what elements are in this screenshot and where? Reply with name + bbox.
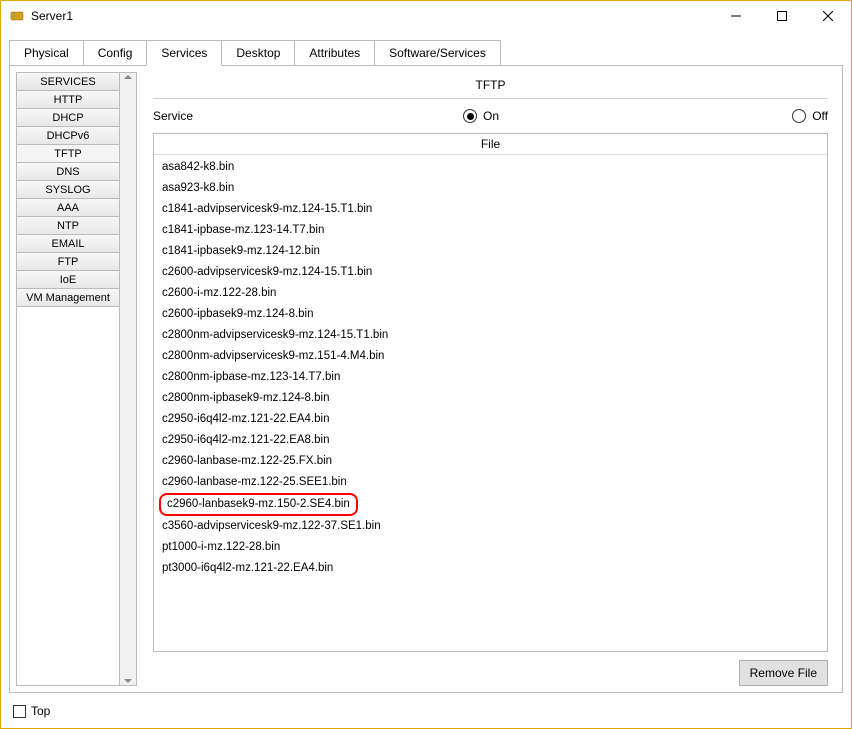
sidebar-item-ftp[interactable]: FTP (17, 253, 119, 271)
radio-on[interactable]: On (463, 109, 499, 123)
file-item[interactable]: c2800nm-ipbasek9-mz.124-8.bin (154, 388, 827, 409)
tab-software-services[interactable]: Software/Services (374, 40, 501, 66)
file-item[interactable]: c2960-lanbase-mz.122-25.SEE1.bin (154, 472, 827, 493)
title-bar: Server1 (1, 1, 851, 31)
file-item[interactable]: c2800nm-advipservicesk9-mz.151-4.M4.bin (154, 346, 827, 367)
file-item[interactable]: c2600-ipbasek9-mz.124-8.bin (154, 304, 827, 325)
service-toggle-row: Service On Off (153, 105, 828, 133)
sidebar-item-http[interactable]: HTTP (17, 91, 119, 109)
scroll-up-icon (124, 75, 132, 79)
file-list-header: File (154, 134, 827, 155)
sidebar-item-ntp[interactable]: NTP (17, 217, 119, 235)
radio-off[interactable]: Off (792, 109, 828, 123)
service-panel-title: TFTP (153, 72, 828, 96)
sidebar-item-vm-management[interactable]: VM Management (17, 289, 119, 307)
top-checkbox-label: Top (31, 704, 50, 718)
radio-on-circle (463, 109, 477, 123)
radio-on-label: On (483, 109, 499, 123)
file-item[interactable]: c2960-lanbase-mz.122-25.FX.bin (154, 451, 827, 472)
sidebar-item-dns[interactable]: DNS (17, 163, 119, 181)
file-item[interactable]: c2960-lanbasek9-mz.150-2.SE4.bin (159, 493, 358, 516)
sidebar-item-syslog[interactable]: SYSLOG (17, 181, 119, 199)
main-tabs: PhysicalConfigServicesDesktopAttributesS… (9, 39, 843, 693)
file-item[interactable]: c2800nm-advipservicesk9-mz.124-15.T1.bin (154, 325, 827, 346)
file-list[interactable]: asa842-k8.binasa923-k8.binc1841-advipser… (154, 155, 827, 651)
file-item[interactable]: c1841-ipbasek9-mz.124-12.bin (154, 241, 827, 262)
maximize-button[interactable] (759, 1, 805, 31)
sidebar-scrollbar[interactable] (120, 72, 137, 686)
radio-off-label: Off (812, 109, 828, 123)
remove-file-button[interactable]: Remove File (739, 660, 828, 686)
sidebar-item-ioe[interactable]: IoE (17, 271, 119, 289)
top-checkbox[interactable] (13, 705, 26, 718)
sidebar-header: SERVICES (17, 73, 119, 91)
tab-panel-services: SERVICES HTTPDHCPDHCPv6TFTPDNSSYSLOGAAAN… (9, 65, 843, 693)
file-item[interactable]: c2600-i-mz.122-28.bin (154, 283, 827, 304)
sidebar-item-aaa[interactable]: AAA (17, 199, 119, 217)
window-title: Server1 (31, 9, 73, 23)
close-button[interactable] (805, 1, 851, 31)
sidebar-item-tftp[interactable]: TFTP (17, 145, 119, 163)
window-controls (713, 1, 851, 31)
divider (153, 98, 828, 99)
file-list-box: File asa842-k8.binasa923-k8.binc1841-adv… (153, 133, 828, 652)
tab-desktop[interactable]: Desktop (221, 40, 295, 66)
services-sidebar: SERVICES HTTPDHCPDHCPv6TFTPDNSSYSLOGAAAN… (16, 72, 120, 686)
minimize-button[interactable] (713, 1, 759, 31)
bottom-bar: Top (13, 704, 50, 718)
scroll-down-icon (124, 679, 132, 683)
service-label: Service (153, 109, 463, 123)
file-item[interactable]: pt1000-i-mz.122-28.bin (154, 537, 827, 558)
tab-services[interactable]: Services (146, 40, 222, 66)
file-item[interactable]: c2950-i6q4l2-mz.121-22.EA4.bin (154, 409, 827, 430)
sidebar-item-dhcpv6[interactable]: DHCPv6 (17, 127, 119, 145)
file-item[interactable]: c2950-i6q4l2-mz.121-22.EA8.bin (154, 430, 827, 451)
file-item[interactable]: c1841-advipservicesk9-mz.124-15.T1.bin (154, 199, 827, 220)
file-item[interactable]: asa842-k8.bin (154, 157, 827, 178)
sidebar-item-email[interactable]: EMAIL (17, 235, 119, 253)
file-item[interactable]: c3560-advipservicesk9-mz.122-37.SE1.bin (154, 516, 827, 537)
tab-attributes[interactable]: Attributes (294, 40, 375, 66)
tab-config[interactable]: Config (83, 40, 148, 66)
tab-physical[interactable]: Physical (9, 40, 84, 66)
file-item[interactable]: c2800nm-ipbase-mz.123-14.T7.bin (154, 367, 827, 388)
file-item[interactable]: c1841-ipbase-mz.123-14.T7.bin (154, 220, 827, 241)
file-item[interactable]: c2600-advipservicesk9-mz.124-15.T1.bin (154, 262, 827, 283)
file-item[interactable]: asa923-k8.bin (154, 178, 827, 199)
sidebar-item-dhcp[interactable]: DHCP (17, 109, 119, 127)
file-item[interactable]: pt3000-i6q4l2-mz.121-22.EA4.bin (154, 558, 827, 579)
app-icon (9, 8, 25, 24)
radio-off-circle (792, 109, 806, 123)
